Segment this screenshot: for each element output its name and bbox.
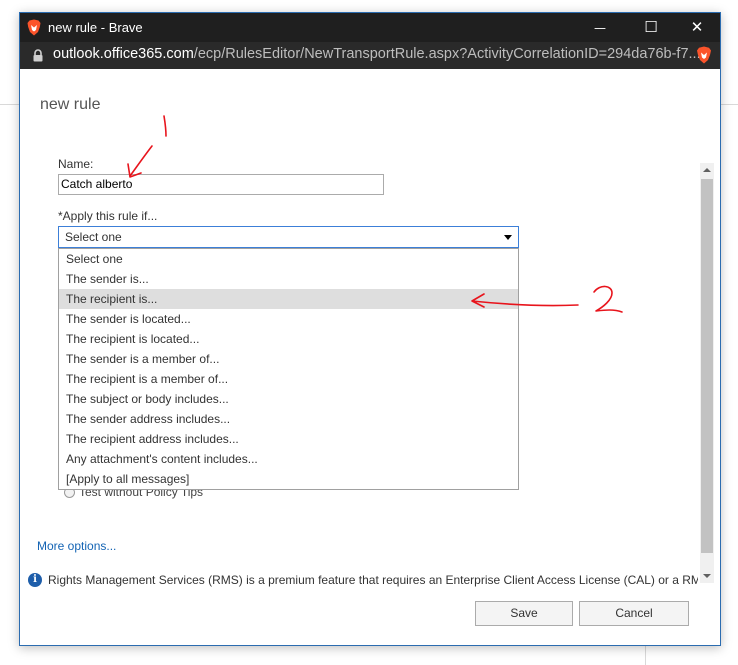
option-sender-address-includes[interactable]: The sender address includes... <box>59 409 518 429</box>
rule-name-input[interactable]: Catch alberto <box>58 174 384 195</box>
maximize-button[interactable]: ☐ <box>628 13 674 42</box>
cancel-button[interactable]: Cancel <box>579 601 689 626</box>
lock-icon <box>33 49 43 62</box>
option-apply-to-all[interactable]: [Apply to all messages] <box>59 469 518 489</box>
info-icon: i <box>28 573 42 587</box>
url-host: outlook.office365.com <box>53 46 194 62</box>
brave-lion-icon <box>27 19 41 36</box>
minimize-icon: — <box>594 21 606 35</box>
title-bar[interactable]: new rule - Brave — ☐ ✕ <box>20 13 720 42</box>
url-text[interactable]: outlook.office365.com/ecp/RulesEditor/Ne… <box>53 46 701 62</box>
name-label: Name: <box>58 157 94 171</box>
rms-info-text: Rights Management Services (RMS) is a pr… <box>48 573 698 587</box>
option-recipient-located[interactable]: The recipient is located... <box>59 329 518 349</box>
url-path: /ecp/RulesEditor/NewTransportRule.aspx?A… <box>193 46 701 62</box>
scroll-up-icon[interactable] <box>700 163 714 177</box>
brave-shield-icon[interactable] <box>696 46 712 64</box>
screen: new rule - Brave — ☐ ✕ outlook.office365… <box>0 0 738 665</box>
option-sender-member-of[interactable]: The sender is a member of... <box>59 349 518 369</box>
condition-dropdown-list[interactable]: Select one The sender is... The recipien… <box>58 248 519 490</box>
option-recipient-is[interactable]: The recipient is... <box>59 289 518 309</box>
chevron-down-icon <box>504 235 512 240</box>
close-icon: ✕ <box>690 18 704 36</box>
condition-select-value: Select one <box>65 230 122 244</box>
option-attachment-content-includes[interactable]: Any attachment's content includes... <box>59 449 518 469</box>
address-bar[interactable]: outlook.office365.com/ecp/RulesEditor/Ne… <box>20 42 720 69</box>
option-recipient-member-of[interactable]: The recipient is a member of... <box>59 369 518 389</box>
scroll-down-icon[interactable] <box>700 569 714 583</box>
browser-popup-window: new rule - Brave — ☐ ✕ outlook.office365… <box>19 12 721 646</box>
scrollbar-thumb[interactable] <box>701 179 713 553</box>
minimize-button[interactable]: — <box>577 13 623 42</box>
rms-info-bar: i Rights Management Services (RMS) is a … <box>28 572 698 590</box>
option-recipient-address-includes[interactable]: The recipient address includes... <box>59 429 518 449</box>
save-button[interactable]: Save <box>475 601 573 626</box>
option-sender-located[interactable]: The sender is located... <box>59 309 518 329</box>
option-select-one[interactable]: Select one <box>59 249 518 269</box>
background-divider-vertical <box>645 646 646 665</box>
option-sender-is[interactable]: The sender is... <box>59 269 518 289</box>
window-title: new rule - Brave <box>48 20 143 35</box>
apply-rule-label: *Apply this rule if... <box>58 209 158 223</box>
dialog-content: new rule Name: Catch alberto *Apply this… <box>20 69 720 645</box>
condition-select[interactable]: Select one <box>58 226 519 248</box>
vertical-scrollbar[interactable] <box>700 163 714 583</box>
option-subject-body-includes[interactable]: The subject or body includes... <box>59 389 518 409</box>
page-title: new rule <box>40 96 101 113</box>
more-options-link[interactable]: More options... <box>37 539 116 553</box>
close-button[interactable]: ✕ <box>674 13 720 42</box>
maximize-icon: ☐ <box>644 18 658 36</box>
